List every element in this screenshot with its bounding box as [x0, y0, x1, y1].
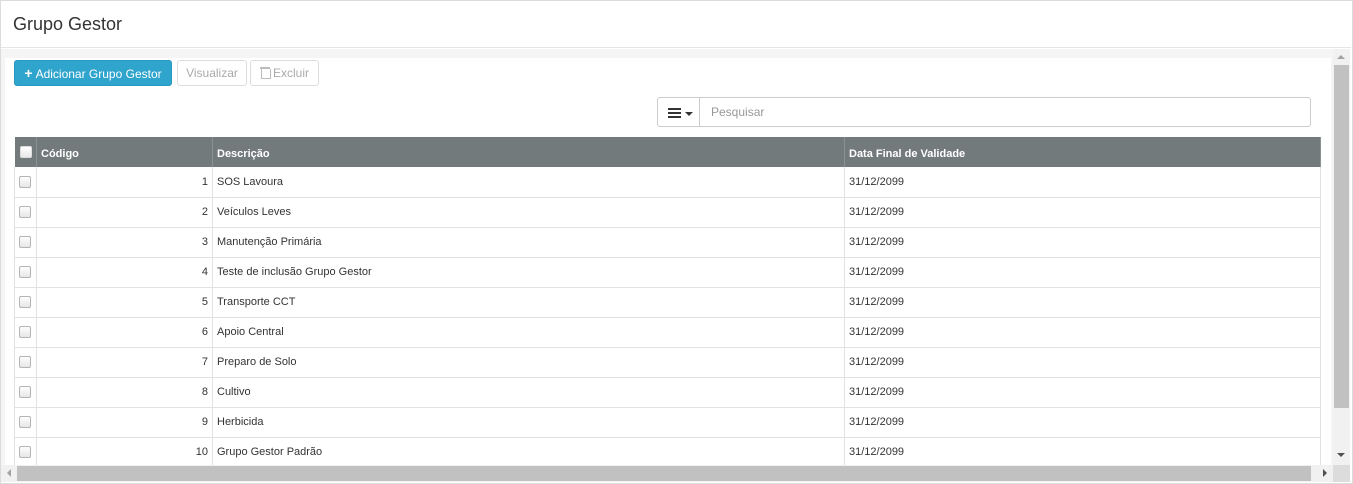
row-select-cell	[14, 197, 37, 227]
view-button[interactable]: Visualizar	[177, 60, 247, 86]
cell-description: Manutenção Primária	[212, 227, 845, 257]
cell-end-date: 31/12/2099	[844, 347, 1321, 377]
row-select-cell	[14, 317, 37, 347]
row-checkbox[interactable]	[19, 446, 31, 459]
table-row[interactable]: 10 Grupo Gestor Padrão 31/12/2099	[14, 437, 1321, 465]
cell-end-date: 31/12/2099	[844, 377, 1321, 407]
cell-end-date: 31/12/2099	[844, 227, 1321, 257]
search-input[interactable]	[700, 97, 1311, 127]
cell-end-date: 31/12/2099	[844, 257, 1321, 287]
page-title: Grupo Gestor	[13, 14, 123, 34]
columns-toggle-button[interactable]	[657, 97, 700, 127]
trash-icon	[259, 67, 271, 79]
column-header-end-date[interactable]: Data Final de Validade	[844, 137, 1321, 167]
row-select-cell	[14, 257, 37, 287]
plus-icon: +	[24, 65, 33, 81]
table-row[interactable]: 7 Preparo de Solo 31/12/2099	[14, 347, 1321, 377]
add-group-button[interactable]: + Adicionar Grupo Gestor	[14, 60, 172, 86]
row-checkbox[interactable]	[19, 356, 31, 369]
table-row[interactable]: 6 Apoio Central 31/12/2099	[14, 317, 1321, 347]
row-checkbox[interactable]	[19, 266, 31, 279]
cell-code: 7	[36, 347, 213, 377]
cell-description: SOS Lavoura	[212, 167, 845, 197]
table-row[interactable]: 5 Transporte CCT 31/12/2099	[14, 287, 1321, 317]
cell-description: Apoio Central	[212, 317, 845, 347]
cell-description: Preparo de Solo	[212, 347, 845, 377]
cell-description: Veículos Leves	[212, 197, 845, 227]
cell-code: 3	[36, 227, 213, 257]
list-icon	[668, 108, 681, 118]
cell-code: 5	[36, 287, 213, 317]
vertical-scrollbar[interactable]	[1333, 49, 1350, 465]
cell-end-date: 31/12/2099	[844, 407, 1321, 437]
scroll-left-arrow-icon[interactable]	[7, 469, 11, 477]
row-select-cell	[14, 407, 37, 437]
add-group-label: Adicionar Grupo Gestor	[35, 67, 162, 81]
cell-code: 6	[36, 317, 213, 347]
table-row[interactable]: 4 Teste de inclusão Grupo Gestor 31/12/209…	[14, 257, 1321, 287]
cell-description: Teste de inclusão Grupo Gestor	[212, 257, 845, 287]
cell-end-date: 31/12/2099	[844, 437, 1321, 465]
horizontal-scrollbar[interactable]	[1, 465, 1333, 482]
row-select-cell	[14, 167, 37, 197]
horizontal-scroll-thumb[interactable]	[17, 466, 1311, 481]
view-label: Visualizar	[186, 66, 238, 80]
scroll-up-arrow-icon[interactable]	[1337, 55, 1345, 59]
column-header-description[interactable]: Descrição	[212, 137, 845, 167]
table-row[interactable]: 8 Cultivo 31/12/2099	[14, 377, 1321, 407]
data-table: Código Descrição Data Final de Validade …	[14, 137, 1321, 465]
table-row[interactable]: 9 Herbicida 31/12/2099	[14, 407, 1321, 437]
select-all-checkbox[interactable]	[19, 146, 32, 159]
row-select-cell	[14, 347, 37, 377]
cell-code: 8	[36, 377, 213, 407]
cell-description: Cultivo	[212, 377, 845, 407]
cell-code: 1	[36, 167, 213, 197]
table-row[interactable]: 1 SOS Lavoura 31/12/2099	[14, 167, 1321, 197]
grid-panel: + Adicionar Grupo Gestor Visualizar Exclu…	[5, 58, 1331, 465]
scrollbar-corner	[1333, 465, 1350, 482]
scroll-down-arrow-icon[interactable]	[1337, 453, 1345, 457]
vertical-scroll-thumb[interactable]	[1334, 65, 1349, 408]
row-checkbox[interactable]	[19, 386, 31, 399]
cell-description: Grupo Gestor Padrão	[212, 437, 845, 465]
caret-down-icon	[685, 112, 693, 116]
row-select-cell	[14, 437, 37, 465]
table-row[interactable]: 3 Manutenção Primária 31/12/2099	[14, 227, 1321, 257]
scroll-right-arrow-icon[interactable]	[1323, 469, 1327, 477]
page-header: Grupo Gestor	[1, 1, 1351, 48]
cell-code: 4	[36, 257, 213, 287]
row-checkbox[interactable]	[19, 296, 31, 309]
cell-description: Transporte CCT	[212, 287, 845, 317]
row-select-cell	[14, 287, 37, 317]
cell-end-date: 31/12/2099	[844, 317, 1321, 347]
cell-end-date: 31/12/2099	[844, 197, 1321, 227]
table-header-row: Código Descrição Data Final de Validade	[14, 137, 1321, 167]
table-body: 1 SOS Lavoura 31/12/2099 2 Veículos Leves 31/…	[14, 167, 1321, 465]
cell-code: 2	[36, 197, 213, 227]
main-content: + Adicionar Grupo Gestor Visualizar Exclu…	[1, 49, 1333, 465]
cell-code: 9	[36, 407, 213, 437]
table-row[interactable]: 2 Veículos Leves 31/12/2099	[14, 197, 1321, 227]
row-select-cell	[14, 377, 37, 407]
column-header-code[interactable]: Código	[36, 137, 213, 167]
delete-label: Excluir	[272, 66, 309, 80]
cell-code: 10	[36, 437, 213, 465]
row-checkbox[interactable]	[19, 326, 31, 339]
row-checkbox[interactable]	[19, 416, 31, 429]
row-checkbox[interactable]	[19, 236, 31, 249]
select-all-cell	[14, 137, 37, 167]
cell-description: Herbicida	[212, 407, 845, 437]
delete-button[interactable]: Excluir	[250, 60, 319, 86]
cell-end-date: 31/12/2099	[844, 167, 1321, 197]
cell-end-date: 31/12/2099	[844, 287, 1321, 317]
row-select-cell	[14, 227, 37, 257]
row-checkbox[interactable]	[19, 206, 31, 219]
search-bar	[657, 97, 1311, 127]
row-checkbox[interactable]	[19, 175, 31, 188]
